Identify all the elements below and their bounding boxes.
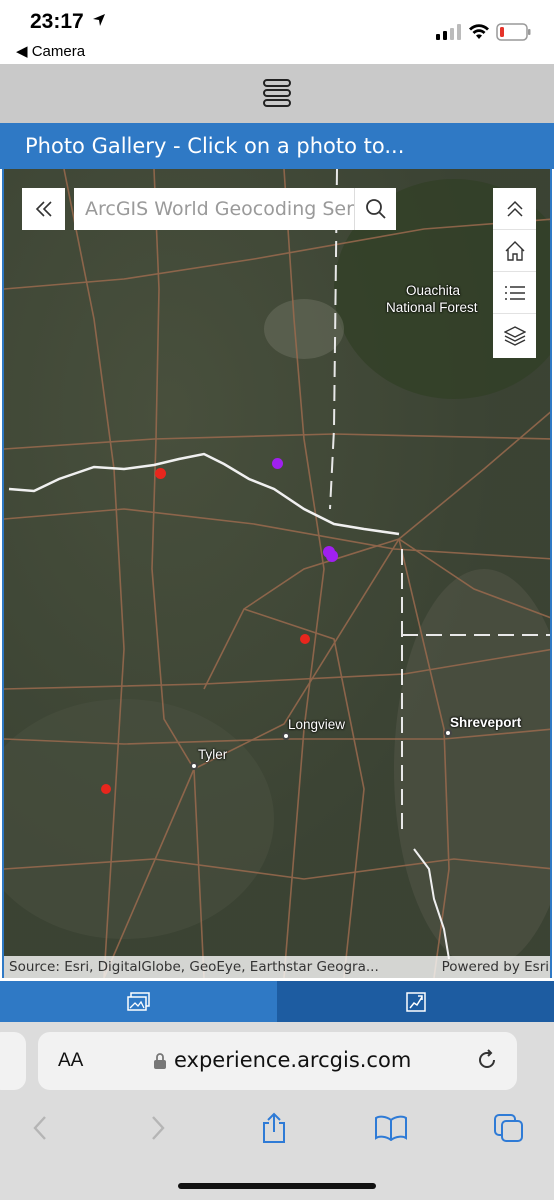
- map-attribution: Source: Esri, DigitalGlobe, GeoEye, Eart…: [4, 956, 550, 978]
- back-button[interactable]: [20, 1108, 60, 1148]
- double-chevron-up-icon: [506, 200, 523, 217]
- clock: 23:17: [30, 10, 84, 33]
- city-dot-shreveport: [444, 729, 452, 737]
- attribution-source[interactable]: Source: Esri, DigitalGlobe, GeoEye, Eart…: [9, 959, 379, 975]
- collapse-panel-button[interactable]: [22, 188, 65, 230]
- legend-button[interactable]: [493, 272, 536, 314]
- search-box: [74, 188, 396, 230]
- tabs-button[interactable]: [489, 1108, 529, 1148]
- search-button[interactable]: [355, 188, 396, 230]
- lock-icon: [154, 1053, 166, 1069]
- search-input[interactable]: [74, 188, 354, 230]
- address-bar[interactable]: AA experience.arcgis.com: [38, 1032, 517, 1090]
- home-indicator[interactable]: [178, 1183, 376, 1189]
- map-label-ouachita: Ouachita: [406, 283, 461, 298]
- home-icon: [505, 240, 524, 261]
- app-header: [0, 64, 554, 123]
- list-icon: [504, 285, 525, 300]
- bookmarks-button[interactable]: [371, 1108, 411, 1148]
- powered-by-esri[interactable]: Powered by Esri: [442, 959, 549, 975]
- tabs-icon: [494, 1114, 523, 1142]
- forward-button[interactable]: [138, 1108, 178, 1148]
- city-dot-tyler: [190, 762, 198, 770]
- url-text[interactable]: experience.arcgis.com: [174, 1048, 411, 1072]
- map-label-shreveport: Shreveport: [450, 715, 522, 730]
- search-icon: [365, 199, 386, 219]
- previous-tab-preview[interactable]: [0, 1032, 26, 1090]
- title-bar: Photo Gallery - Click on a photo to...: [0, 123, 554, 169]
- double-chevron-left-icon: [35, 201, 52, 217]
- layers-icon: [503, 326, 526, 346]
- photo-marker[interactable]: [155, 468, 166, 479]
- home-button[interactable]: [493, 230, 536, 272]
- wifi-icon: [469, 24, 489, 39]
- basemap-layers-button[interactable]: [493, 314, 536, 356]
- map-label-longview: Longview: [288, 717, 346, 732]
- map-label-tyler: Tyler: [198, 747, 228, 762]
- menu-icon[interactable]: [263, 78, 291, 108]
- back-to-camera-link[interactable]: ◀ Camera: [16, 42, 85, 60]
- status-bar: 23:17 ◀ Camera: [0, 0, 554, 64]
- map-tools-panel: [493, 188, 536, 358]
- collapse-tools-button[interactable]: [493, 188, 536, 230]
- gallery-icon: [126, 991, 150, 1011]
- view-tabs: [0, 981, 554, 1022]
- reader-options-button[interactable]: AA: [58, 1050, 83, 1072]
- tab-gallery[interactable]: [0, 981, 277, 1022]
- page-title: Photo Gallery - Click on a photo to...: [25, 134, 405, 158]
- satellite-basemap: [4, 169, 550, 978]
- location-arrow-icon: [93, 14, 105, 26]
- browser-toolbar: [0, 1102, 554, 1162]
- chevron-left-icon: [33, 1116, 46, 1140]
- book-icon: [375, 1115, 407, 1141]
- battery-icon: [496, 23, 531, 41]
- chevron-right-icon: [152, 1116, 165, 1140]
- photo-marker[interactable]: [326, 550, 338, 562]
- share-button[interactable]: [254, 1108, 294, 1148]
- map-label-national-forest: National Forest: [386, 300, 478, 315]
- photo-marker[interactable]: [300, 634, 310, 644]
- share-icon: [263, 1112, 285, 1143]
- reload-icon[interactable]: [475, 1048, 499, 1072]
- browser-chrome: AA experience.arcgis.com: [0, 1022, 554, 1200]
- photo-marker[interactable]: [101, 784, 111, 794]
- map-view[interactable]: Ouachita National Forest Longview Tyler …: [2, 169, 552, 978]
- cellular-signal-icon: [436, 24, 461, 40]
- photo-marker[interactable]: [272, 458, 283, 469]
- city-dot-longview: [282, 732, 290, 740]
- map-icon: [405, 991, 426, 1012]
- tab-map[interactable]: [277, 981, 554, 1022]
